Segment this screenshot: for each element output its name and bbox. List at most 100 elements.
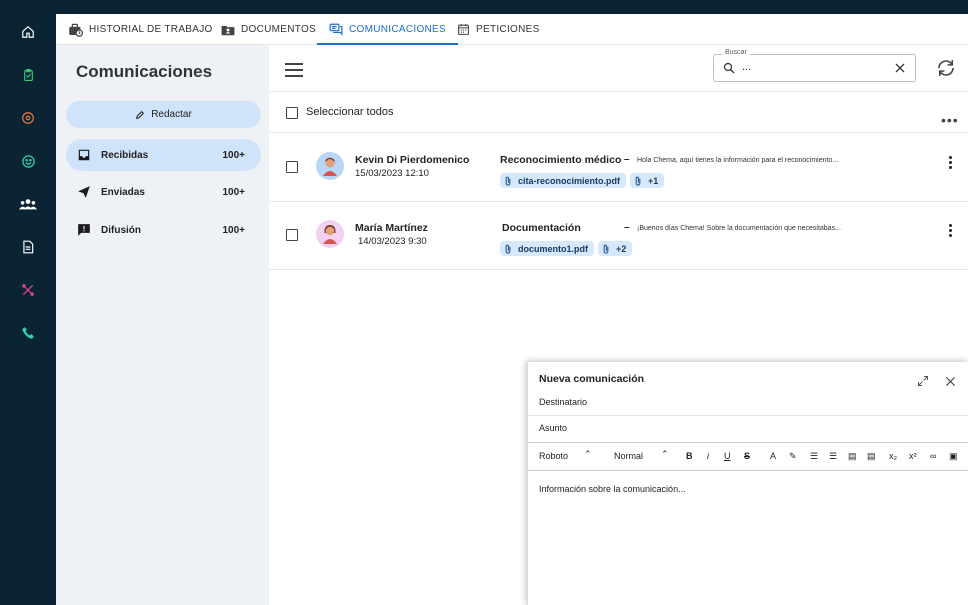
folder-difusion[interactable]: Difusión 100+: [66, 214, 261, 246]
search-box[interactable]: Buscar: [713, 49, 916, 82]
dialog-title: Nueva comunicación: [539, 373, 645, 385]
message-checkbox[interactable]: [286, 161, 298, 173]
avatar: [316, 220, 344, 248]
attachment-more-chip[interactable]: +1: [630, 173, 665, 188]
message-checkbox[interactable]: [286, 229, 298, 241]
group-icon[interactable]: [17, 193, 39, 215]
new-communication-dialog: Nueva comunicación Destinatario Asunto R…: [527, 362, 968, 605]
document-icon[interactable]: [17, 236, 39, 258]
smiley-icon[interactable]: [17, 150, 39, 172]
home-icon[interactable]: [17, 21, 39, 43]
message-preview: ¡Buenos días Chema! Sobre la documentaci…: [637, 225, 841, 232]
close-icon[interactable]: [894, 62, 906, 74]
tab-label: HISTORIAL DE TRABAJO: [89, 24, 213, 35]
phone-icon[interactable]: [17, 322, 39, 344]
tab-documentos[interactable]: DOCUMENTOS: [221, 14, 316, 45]
recipient-placeholder: Destinatario: [539, 397, 588, 407]
tab-label: PETICIONES: [476, 24, 540, 35]
search-input[interactable]: [742, 61, 882, 73]
attachment-chip[interactable]: cita-reconocimiento.pdf: [500, 173, 627, 188]
tab-historial[interactable]: HISTORIAL DE TRABAJO: [68, 14, 213, 45]
size-select[interactable]: Normal: [614, 451, 643, 461]
subject-field[interactable]: Asunto: [528, 416, 968, 442]
message-date: 14/03/2023 9:30: [358, 236, 427, 247]
inbox-icon: [78, 149, 90, 161]
compose-button[interactable]: Redactar: [66, 101, 261, 128]
list-toolbar: Buscar: [269, 45, 968, 92]
body-placeholder[interactable]: Información sobre la comunicación...: [539, 484, 686, 494]
attachment-name: documento1.pdf: [518, 243, 588, 254]
text-color-icon[interactable]: A: [770, 451, 776, 461]
attachment-extra: +1: [648, 175, 659, 186]
avatar: [316, 152, 344, 180]
folder-label: Difusión: [101, 224, 141, 236]
paperclip-icon: [635, 176, 641, 186]
highlight-icon[interactable]: ✎: [789, 451, 797, 462]
tab-peticiones[interactable]: PETICIONES: [457, 14, 540, 45]
subject-placeholder: Asunto: [539, 423, 568, 433]
message-date: 15/03/2023 12:10: [355, 168, 429, 179]
compose-label: Redactar: [151, 109, 192, 120]
refresh-icon[interactable]: [935, 58, 957, 78]
font-select[interactable]: Roboto: [539, 451, 568, 461]
folder-count: 100+: [222, 224, 245, 236]
top-bar: [0, 0, 968, 14]
calendar-icon: [458, 24, 469, 35]
recipient-field[interactable]: Destinatario: [528, 390, 968, 416]
image-icon[interactable]: ▣: [949, 451, 958, 462]
attachment-more-chip[interactable]: +2: [598, 241, 633, 256]
message-menu-icon[interactable]: [949, 156, 953, 171]
close-icon[interactable]: [945, 376, 956, 387]
italic-icon[interactable]: i: [707, 451, 709, 461]
more-options-icon[interactable]: •••: [941, 112, 959, 128]
paperclip-icon: [505, 176, 511, 186]
folder-label: Recibidas: [101, 149, 149, 161]
superscript-icon[interactable]: x²: [909, 451, 917, 461]
paperclip-icon: [505, 244, 511, 254]
message-row[interactable]: Kevin Di Pierdomenico 15/03/2023 12:10 R…: [269, 134, 968, 202]
bullet-list-icon[interactable]: ☰: [829, 451, 837, 462]
expand-icon[interactable]: [917, 375, 929, 387]
clipboard-check-icon[interactable]: [17, 64, 39, 86]
bold-icon[interactable]: B: [686, 451, 693, 461]
attachment-name: cita-reconocimiento.pdf: [518, 175, 621, 186]
message-row[interactable]: María Martínez 14/03/2023 9:30 Documenta…: [269, 202, 968, 270]
outdent-icon[interactable]: ▤: [848, 451, 857, 462]
briefcase-clock-icon: [69, 23, 83, 37]
tab-comunicaciones[interactable]: COMUNICACIONES: [317, 14, 458, 45]
message-subject: Reconocimiento médico: [500, 154, 622, 166]
tab-label: COMUNICACIONES: [349, 24, 446, 35]
separator-dash: –: [624, 222, 630, 233]
chat-icon: [329, 23, 343, 36]
message-menu-icon[interactable]: [949, 224, 953, 239]
location-pin-icon[interactable]: [17, 107, 39, 129]
announcement-icon: [78, 224, 90, 236]
paperclip-icon: [603, 244, 609, 254]
menu-icon[interactable]: [285, 63, 303, 77]
underline-icon[interactable]: U: [724, 451, 731, 461]
attachment-extra: +2: [616, 243, 627, 254]
updown-icon[interactable]: ⌃: [584, 449, 592, 460]
folder-count: 100+: [222, 186, 245, 198]
folder-label: Enviadas: [101, 186, 145, 198]
message-sender: Kevin Di Pierdomenico: [355, 154, 470, 166]
folder-recibidas[interactable]: Recibidas 100+: [66, 139, 261, 171]
left-nav-rail: [0, 14, 56, 605]
updown-icon[interactable]: ⌃: [661, 449, 669, 460]
indent-icon[interactable]: ▤: [867, 451, 876, 462]
sidebar-title: Comunicaciones: [76, 62, 213, 81]
folder-count: 100+: [222, 149, 245, 161]
ordered-list-icon[interactable]: ☰: [810, 451, 818, 462]
subscript-icon[interactable]: x₂: [889, 451, 897, 461]
attachment-chip[interactable]: documento1.pdf: [500, 241, 594, 256]
link-icon[interactable]: ∞: [930, 451, 936, 461]
pencil-icon: [136, 110, 145, 119]
tools-icon[interactable]: [17, 279, 39, 301]
message-preview: Hola Chema, aquí tienes la información p…: [637, 157, 839, 164]
rich-text-toolbar: Roboto ⌃ Normal ⌃ B i U S A ✎ ☰ ☰ ▤ ▤ x₂…: [528, 442, 968, 471]
folder-enviadas[interactable]: Enviadas 100+: [66, 176, 261, 208]
strikethrough-icon[interactable]: S: [744, 451, 750, 461]
select-all-bar: Seleccionar todos •••: [269, 92, 968, 133]
select-all-checkbox[interactable]: [286, 107, 298, 119]
send-icon: [78, 186, 90, 198]
